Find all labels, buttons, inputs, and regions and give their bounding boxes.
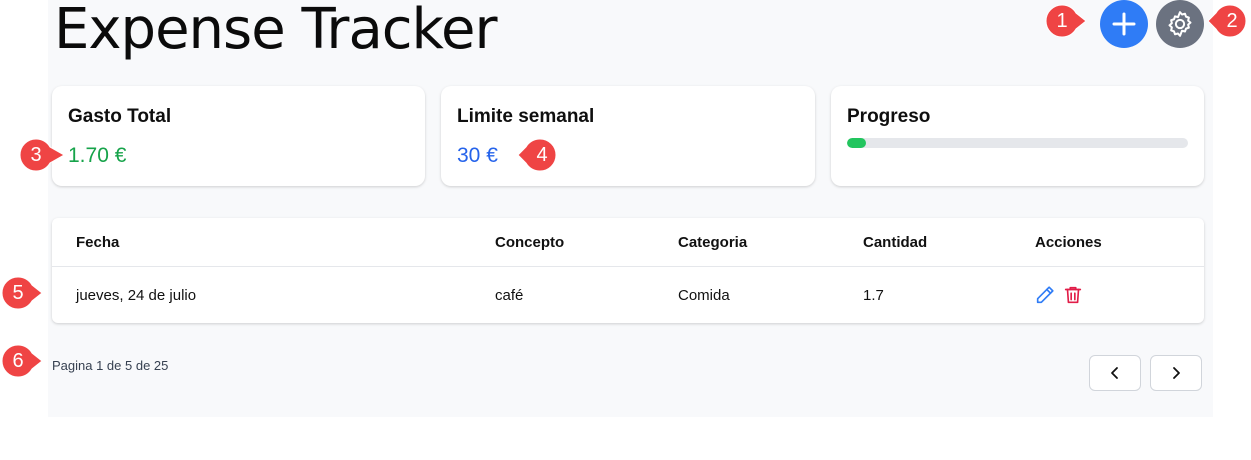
table-divider [52, 266, 1204, 267]
total-spent-label: Gasto Total [68, 106, 172, 127]
gear-icon [1168, 11, 1192, 37]
expenses-table: Fecha Concepto Categoria Cantidad Accion… [52, 218, 1204, 323]
annotation-marker-3: 3 [18, 137, 66, 173]
annotation-label-1: 1 [1056, 9, 1068, 32]
pencil-icon [1036, 286, 1054, 304]
annotation-label-4: 4 [536, 143, 548, 166]
trash-icon [1064, 286, 1082, 304]
next-page-button[interactable] [1150, 355, 1202, 391]
annotation-marker-6: 6 [0, 343, 43, 379]
delete-button[interactable] [1062, 284, 1084, 306]
annotation-label-3: 3 [30, 143, 42, 166]
annotation-label-6: 6 [12, 349, 24, 372]
total-spent-card: Gasto Total 1.70 € [52, 86, 425, 186]
previous-page-button[interactable] [1089, 355, 1141, 391]
column-header-amount: Cantidad [863, 234, 928, 251]
weekly-limit-card: Limite semanal 30 € [441, 86, 815, 186]
annotation-marker-1: 1 [1044, 3, 1087, 39]
pagination-status: Pagina 1 de 5 de 25 [52, 358, 169, 373]
annotation-label-5: 5 [12, 281, 24, 304]
column-header-date: Fecha [76, 234, 120, 251]
cell-date: jueves, 24 de julio [76, 287, 197, 304]
app-background [48, 0, 1213, 417]
total-spent-value: 1.70 € [68, 144, 127, 167]
cell-amount: 1.7 [863, 287, 884, 304]
column-header-category: Categoria [678, 234, 748, 251]
column-header-actions: Acciones [1035, 234, 1102, 251]
cell-category: Comida [678, 287, 730, 304]
annotation-marker-4: 4 [518, 137, 558, 173]
edit-button[interactable] [1034, 284, 1056, 306]
chevron-left-icon [1111, 367, 1118, 379]
annotation-marker-2: 2 [1208, 3, 1248, 39]
annotation-marker-5: 5 [0, 275, 43, 311]
add-expense-button[interactable] [1100, 0, 1148, 48]
column-header-concept: Concepto [495, 234, 565, 251]
chevron-right-icon [1173, 367, 1180, 379]
annotation-label-2: 2 [1226, 9, 1238, 32]
weekly-limit-value: 30 € [457, 144, 498, 167]
cell-concept: café [495, 287, 524, 304]
settings-button[interactable] [1156, 0, 1204, 48]
progress-bar-fill [847, 138, 867, 148]
progress-label: Progreso [847, 106, 931, 127]
weekly-limit-label: Limite semanal [457, 106, 595, 127]
progress-bar [847, 138, 1188, 148]
progress-card: Progreso [831, 86, 1204, 186]
page-title: Expense Tracker [54, 0, 497, 62]
plus-icon [1112, 12, 1136, 36]
